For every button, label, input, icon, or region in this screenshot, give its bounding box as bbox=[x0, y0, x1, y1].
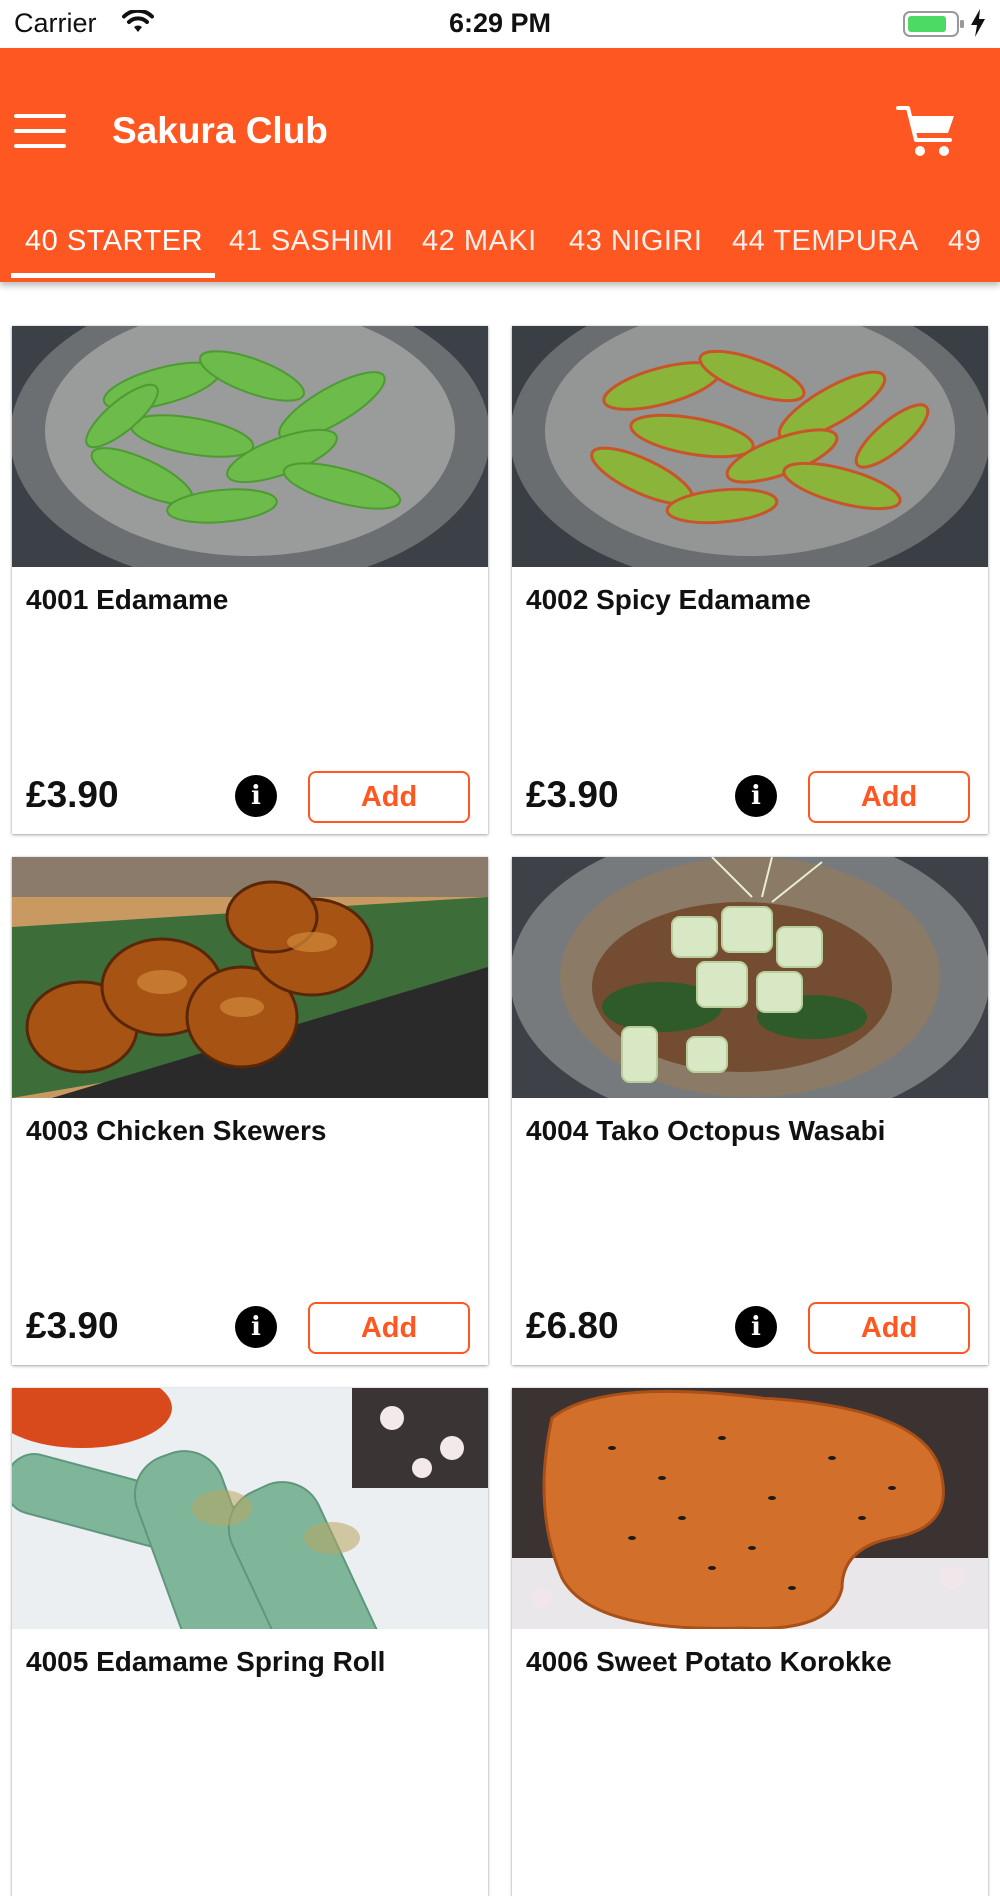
product-name: 4001 Edamame bbox=[26, 584, 229, 615]
charging-icon bbox=[971, 9, 985, 37]
product-card[interactable]: 4004 Tako Octopus Wasabi £6.80 i Add bbox=[512, 857, 988, 1365]
edamame-photo bbox=[12, 326, 488, 567]
info-icon[interactable]: i bbox=[735, 1306, 777, 1348]
product-card[interactable]: 4006 Sweet Potato Korokke bbox=[512, 1388, 988, 1896]
octopus-wasabi-photo bbox=[512, 857, 988, 1098]
tab-tempura[interactable]: 44 TEMPURA bbox=[732, 204, 919, 282]
product-name: 4006 Sweet Potato Korokke bbox=[526, 1646, 892, 1677]
info-icon[interactable]: i bbox=[235, 775, 277, 817]
spicy-edamame-photo bbox=[512, 326, 988, 567]
product-price: £3.90 bbox=[526, 774, 619, 815]
tab-sashimi[interactable]: 41 SASHIMI bbox=[229, 204, 394, 282]
shopping-cart-icon[interactable] bbox=[896, 100, 958, 162]
spring-roll-photo bbox=[12, 1388, 488, 1629]
hamburger-menu-icon[interactable] bbox=[14, 114, 66, 154]
tab-maki[interactable]: 42 MAKI bbox=[422, 204, 537, 282]
product-price: £6.80 bbox=[526, 1305, 619, 1346]
status-bar: Carrier 6:29 PM bbox=[0, 0, 1000, 48]
product-price: £3.90 bbox=[26, 774, 119, 815]
add-button[interactable]: Add bbox=[808, 1302, 970, 1354]
product-card[interactable]: 4001 Edamame £3.90 i Add bbox=[12, 326, 488, 834]
tab-starter[interactable]: 40 STARTER bbox=[25, 204, 203, 282]
battery-icon bbox=[903, 11, 964, 37]
product-card[interactable]: 4003 Chicken Skewers £3.90 i Add bbox=[12, 857, 488, 1365]
app-header: Sakura Club 40 STARTER 41 SASHIMI 42 MAK… bbox=[0, 48, 1000, 282]
product-name: 4002 Spicy Edamame bbox=[526, 584, 811, 615]
product-price: £3.90 bbox=[26, 1305, 119, 1346]
info-icon[interactable]: i bbox=[735, 775, 777, 817]
add-button[interactable]: Add bbox=[808, 771, 970, 823]
app-title: Sakura Club bbox=[112, 110, 328, 151]
add-button[interactable]: Add bbox=[308, 771, 470, 823]
tab-49[interactable]: 49 bbox=[948, 204, 981, 282]
product-name: 4003 Chicken Skewers bbox=[26, 1115, 327, 1146]
info-icon[interactable]: i bbox=[235, 1306, 277, 1348]
product-card[interactable]: 4002 Spicy Edamame £3.90 i Add bbox=[512, 326, 988, 834]
add-button[interactable]: Add bbox=[308, 1302, 470, 1354]
category-tabs: 40 STARTER 41 SASHIMI 42 MAKI 43 NIGIRI … bbox=[0, 204, 1000, 282]
active-tab-indicator bbox=[11, 273, 215, 278]
tab-nigiri[interactable]: 43 NIGIRI bbox=[569, 204, 702, 282]
status-time: 6:29 PM bbox=[448, 8, 552, 38]
chicken-skewers-photo bbox=[12, 857, 488, 1098]
korokke-photo bbox=[512, 1388, 988, 1629]
product-card[interactable]: 4005 Edamame Spring Roll bbox=[12, 1388, 488, 1896]
product-name: 4004 Tako Octopus Wasabi bbox=[526, 1115, 886, 1146]
product-name: 4005 Edamame Spring Roll bbox=[26, 1646, 386, 1677]
